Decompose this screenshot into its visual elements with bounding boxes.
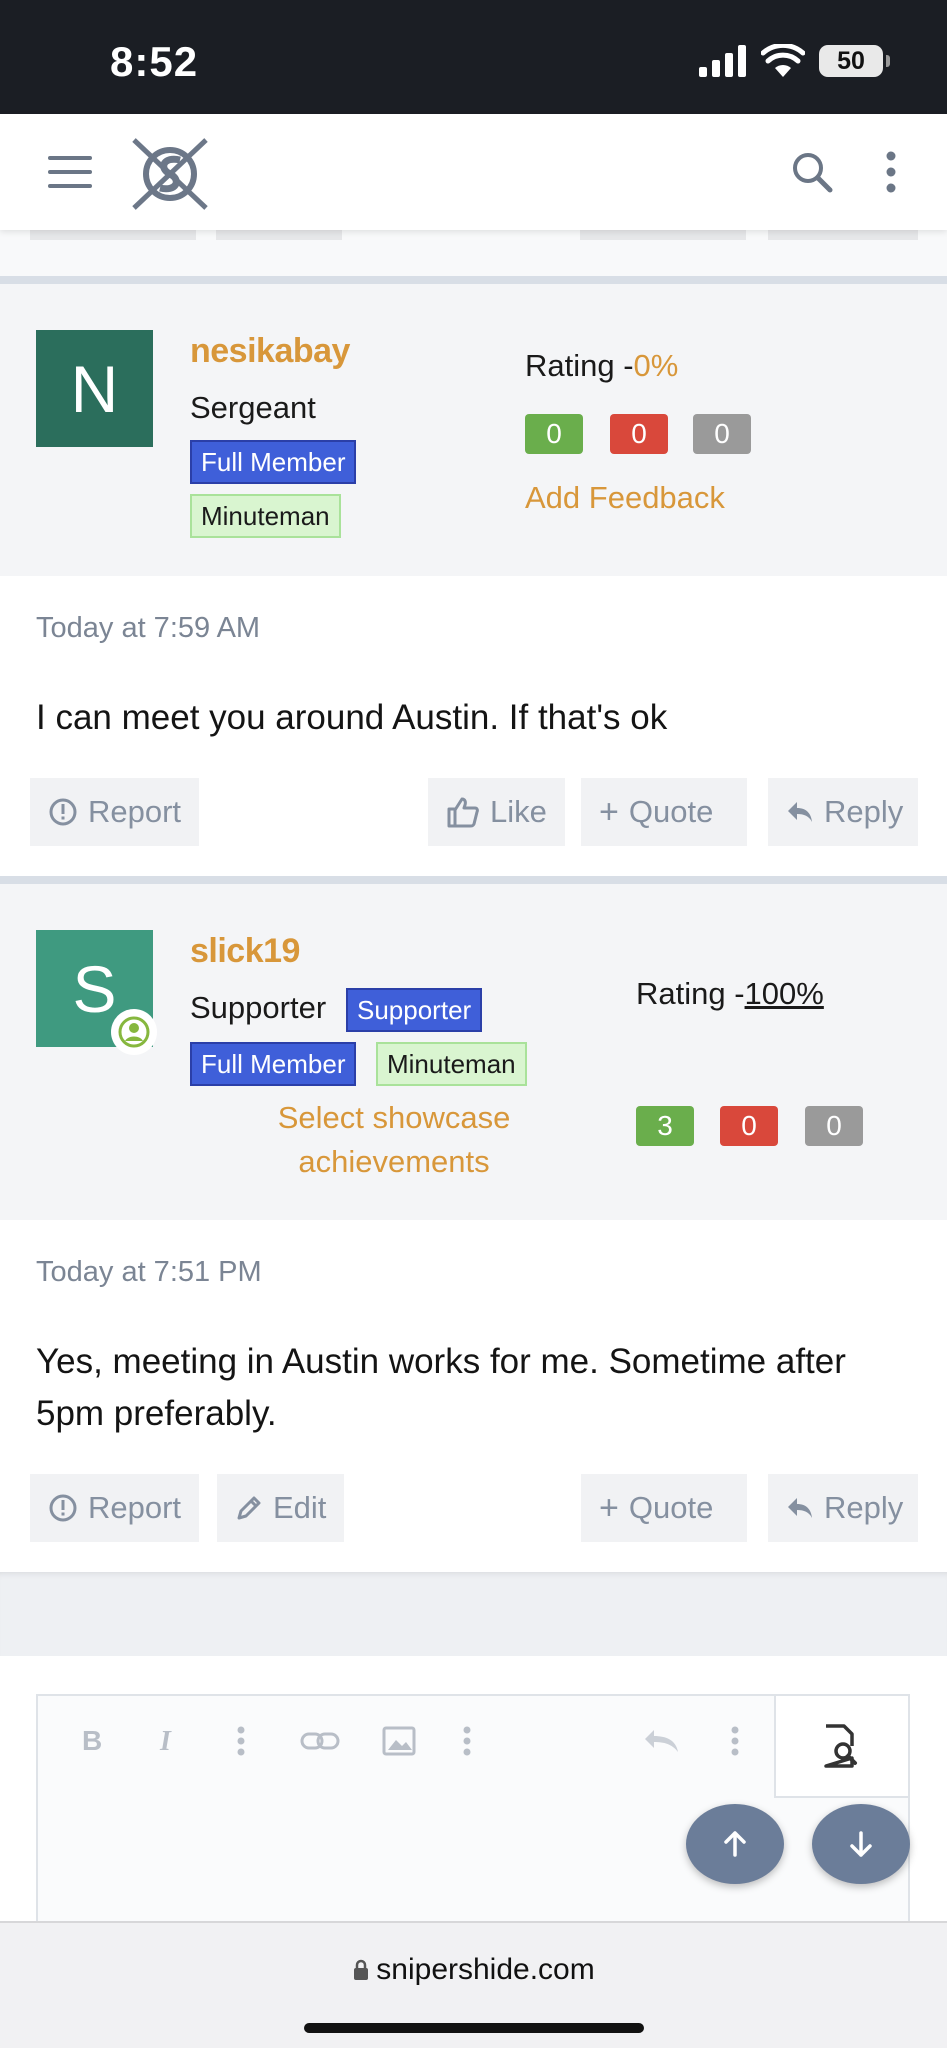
plus-icon: +: [599, 792, 619, 831]
site-logo[interactable]: [128, 134, 212, 214]
svg-text:I: I: [159, 1726, 172, 1756]
more-options-icon[interactable]: [730, 1726, 740, 1756]
lock-icon: [354, 1959, 369, 1980]
italic-icon[interactable]: I: [156, 1726, 180, 1756]
rating: Rating -0%: [525, 348, 678, 384]
preview-icon: [824, 1724, 857, 1768]
rating: Rating -100%: [636, 976, 824, 1012]
feedback-positive[interactable]: 0: [525, 414, 583, 454]
pencil-icon: [237, 1496, 261, 1520]
username[interactable]: slick19: [190, 932, 300, 971]
reply-label: Reply: [824, 1490, 904, 1525]
home-indicator[interactable]: [304, 2023, 644, 2033]
plus-icon: +: [599, 1488, 619, 1527]
report-label: Report: [88, 1490, 182, 1525]
add-feedback-link[interactable]: Add Feedback: [525, 480, 725, 516]
status-bar: 8:52 50: [0, 0, 947, 114]
reply-label: Reply: [824, 794, 904, 829]
more-insert-options-icon[interactable]: [462, 1726, 472, 1756]
post-slick19: S slick19 Supporter Supporter Full Membe…: [0, 876, 947, 1572]
scroll-up-button[interactable]: [686, 1804, 784, 1884]
quick-reply: B I: [0, 1656, 947, 1934]
post-date[interactable]: Today at 7:59 AM: [36, 612, 260, 645]
search-icon[interactable]: [790, 150, 834, 194]
more-text-options-icon[interactable]: [236, 1726, 246, 1756]
more-vertical-icon[interactable]: [884, 150, 898, 194]
arrow-up-icon: [724, 1831, 746, 1857]
rating-label: Rating -: [525, 348, 634, 383]
username[interactable]: nesikabay: [190, 332, 350, 371]
reply-icon: [788, 802, 812, 822]
wifi-icon: [761, 44, 805, 77]
browser-address-bar[interactable]: snipershide.com: [0, 1921, 947, 2048]
like-label: Like: [490, 794, 547, 829]
feedback-neutral[interactable]: 0: [805, 1106, 863, 1146]
badge-minuteman: Minuteman: [376, 1042, 527, 1086]
menu-icon[interactable]: [48, 156, 92, 188]
link-icon[interactable]: [300, 1726, 340, 1756]
scroll-down-button[interactable]: [812, 1804, 910, 1884]
user-title: Sergeant: [190, 390, 316, 425]
user-status-icon: [111, 1009, 157, 1055]
report-icon: [49, 798, 77, 826]
image-icon[interactable]: [382, 1726, 416, 1756]
post-nesikabay: N nesikabay Sergeant Full Member Minutem…: [0, 276, 947, 878]
svg-text:B: B: [82, 1726, 102, 1756]
badge-supporter: Supporter: [346, 988, 483, 1032]
arrow-down-icon: [850, 1831, 872, 1857]
quote-label: Quote: [628, 794, 714, 829]
select-showcase-link[interactable]: Select showcase achievements: [230, 1096, 558, 1184]
status-icons: 50: [699, 44, 890, 78]
previous-post-actions: [0, 230, 947, 280]
quote-button[interactable]: + Quote: [581, 778, 747, 846]
battery-icon: 50: [819, 45, 890, 77]
signal-icon: [699, 45, 746, 77]
report-button[interactable]: Report: [30, 778, 200, 846]
post-date[interactable]: Today at 7:51 PM: [36, 1256, 262, 1289]
quote-label: Quote: [628, 1490, 714, 1525]
edit-button[interactable]: Edit: [217, 1474, 345, 1542]
report-icon: [49, 1494, 77, 1522]
report-label: Report: [88, 794, 182, 829]
undo-icon[interactable]: [642, 1726, 682, 1756]
feedback-negative[interactable]: 0: [720, 1106, 778, 1146]
quote-button[interactable]: + Quote: [581, 1474, 747, 1542]
feedback-negative[interactable]: 0: [610, 414, 668, 454]
avatar[interactable]: N: [36, 330, 153, 447]
badge-minuteman: Minuteman: [190, 494, 341, 538]
avatar-letter: S: [72, 951, 117, 1026]
post-body: Yes, meeting in Austin works for me. Som…: [36, 1342, 846, 1433]
reply-editor[interactable]: B I: [36, 1694, 910, 1934]
reply-icon: [788, 1498, 812, 1518]
like-button[interactable]: Like: [428, 778, 565, 846]
badge-full-member: Full Member: [190, 1042, 357, 1086]
url-display[interactable]: snipershide.com: [0, 1953, 947, 1987]
thumbs-up-icon: [447, 797, 479, 828]
avatar[interactable]: S: [36, 930, 157, 1055]
preview-button[interactable]: [774, 1696, 908, 1798]
rating-label: Rating -: [636, 976, 745, 1011]
feedback-neutral[interactable]: 0: [693, 414, 751, 454]
edit-label: Edit: [273, 1490, 327, 1525]
feedback-positive[interactable]: 3: [636, 1106, 694, 1146]
user-title: Supporter: [190, 990, 327, 1025]
reply-button[interactable]: Reply: [768, 1474, 918, 1542]
user-info: N nesikabay Sergeant Full Member Minutem…: [0, 284, 947, 576]
reply-button[interactable]: Reply: [768, 778, 918, 846]
rating-percent[interactable]: 0%: [634, 348, 679, 383]
url-text: snipershide.com: [376, 1953, 595, 1986]
site-header: [0, 114, 947, 230]
user-info: S slick19 Supporter Supporter Full Membe…: [0, 884, 947, 1220]
post-body: I can meet you around Austin. If that's …: [36, 698, 668, 737]
section-gap: [0, 1572, 947, 1656]
report-button[interactable]: Report: [30, 1474, 200, 1542]
rating-percent[interactable]: 100%: [745, 976, 824, 1011]
badge-full-member: Full Member: [190, 440, 357, 484]
clock: 8:52: [110, 38, 199, 85]
bold-icon[interactable]: B: [80, 1726, 104, 1756]
